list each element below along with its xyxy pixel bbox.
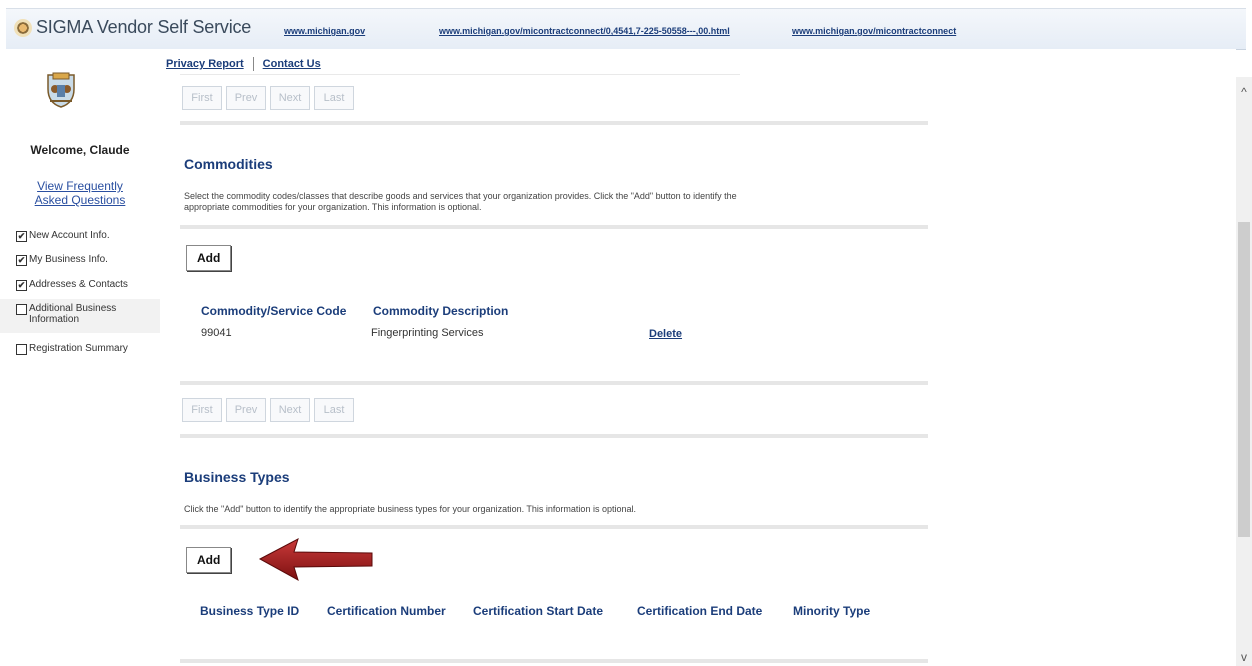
add-commodity-button[interactable]: Add: [186, 245, 232, 271]
link-divider: [252, 57, 254, 71]
first-page-button[interactable]: First: [182, 86, 222, 110]
last-page-button[interactable]: Last: [314, 86, 354, 110]
column-header-certification-end-date: Certification End Date: [637, 604, 763, 618]
business-types-title: Business Types: [184, 469, 290, 485]
brand-title: SIGMA Vendor Self Service: [36, 17, 252, 37]
top-links: Privacy Report Contact Us: [166, 57, 321, 71]
state-seal-icon: [47, 72, 75, 108]
first-page-button[interactable]: First: [182, 398, 222, 422]
add-business-type-button[interactable]: Add: [186, 547, 232, 573]
faq-link[interactable]: View Frequently Asked Questions: [0, 179, 160, 207]
column-header-commodity-code: Commodity/Service Code: [201, 304, 347, 318]
commodity-description-cell: Fingerprinting Services: [371, 327, 484, 339]
sidebar-item-label: Addresses & Contacts: [29, 279, 128, 290]
delete-commodity-link[interactable]: Delete: [649, 328, 682, 340]
next-page-button[interactable]: Next: [270, 86, 310, 110]
column-header-certification-start-date: Certification Start Date: [473, 604, 604, 618]
commodities-description: Select the commodity codes/classes that …: [184, 191, 737, 212]
commodities-title: Commodities: [184, 156, 273, 172]
header-link-micontractconnect[interactable]: www.michigan.gov/micontractconnect: [792, 26, 956, 36]
faq-link-line1: View Frequently: [37, 179, 123, 193]
faq-link-line2: Asked Questions: [34, 193, 126, 207]
divider: [180, 225, 928, 229]
checkbox-unchecked-icon: [16, 304, 27, 315]
business-types-description: Click the "Add" button to identify the a…: [184, 504, 636, 514]
scrollbar-thumb[interactable]: [1238, 222, 1250, 537]
commodity-code-cell: 99041: [201, 327, 232, 339]
prev-page-button[interactable]: Prev: [226, 398, 266, 422]
checkbox-unchecked-icon: [16, 344, 27, 355]
column-header-minority-type: Minority Type: [793, 604, 871, 618]
sidebar-item-label: Registration Summary: [29, 343, 128, 354]
privacy-report-link[interactable]: Privacy Report: [166, 58, 244, 70]
sidebar-item-business-info[interactable]: ✔ My Business Info.: [16, 254, 108, 266]
pager-top: First Prev Next Last: [182, 86, 354, 110]
sidebar-item-label: New Account Info.: [29, 230, 110, 241]
scroll-down-icon[interactable]: v: [1236, 650, 1252, 664]
sidebar-item-label: Additional Business Information: [29, 303, 117, 325]
checkbox-checked-icon: ✔: [16, 255, 27, 266]
divider: [180, 121, 928, 125]
divider: [180, 525, 928, 529]
divider: [180, 659, 928, 663]
contact-us-link[interactable]: Contact Us: [263, 58, 321, 70]
checkbox-checked-icon: ✔: [16, 231, 27, 242]
vertical-scrollbar[interactable]: ^ v: [1236, 77, 1252, 666]
divider: [180, 74, 740, 75]
column-header-business-type-id: Business Type ID: [200, 604, 300, 618]
scroll-up-icon[interactable]: ^: [1236, 85, 1252, 99]
next-page-button[interactable]: Next: [270, 398, 310, 422]
sidebar-item-new-account[interactable]: ✔ New Account Info.: [16, 230, 110, 242]
app-header: SIGMA Vendor Self Service www.michigan.g…: [6, 8, 1246, 50]
sidebar-item-label: My Business Info.: [29, 254, 108, 265]
divider: [180, 434, 928, 438]
column-header-commodity-description: Commodity Description: [373, 304, 509, 318]
sidebar-item-addresses-contacts[interactable]: ✔ Addresses & Contacts: [16, 279, 128, 291]
michigan-seal-icon: [14, 18, 32, 37]
header-link-michigan-gov[interactable]: www.michigan.gov: [284, 26, 365, 36]
sidebar-item-additional-business-info[interactable]: Additional Business Information: [16, 303, 136, 325]
welcome-text: Welcome, Claude: [30, 143, 130, 157]
sidebar: Welcome, Claude View Frequently Asked Qu…: [0, 49, 160, 666]
divider: [180, 381, 928, 385]
brand: SIGMA Vendor Self Service: [14, 17, 251, 38]
checkbox-checked-icon: ✔: [16, 280, 27, 291]
callout-arrow-icon: [258, 537, 373, 582]
header-link-micontractconnect-page[interactable]: www.michigan.gov/micontractconnect/0,454…: [439, 26, 730, 36]
prev-page-button[interactable]: Prev: [226, 86, 266, 110]
last-page-button[interactable]: Last: [314, 398, 354, 422]
window-top-edge: [0, 0, 1252, 8]
column-header-certification-number: Certification Number: [327, 604, 446, 618]
sidebar-item-registration-summary[interactable]: Registration Summary: [16, 343, 128, 355]
pager-bottom: First Prev Next Last: [182, 398, 354, 422]
